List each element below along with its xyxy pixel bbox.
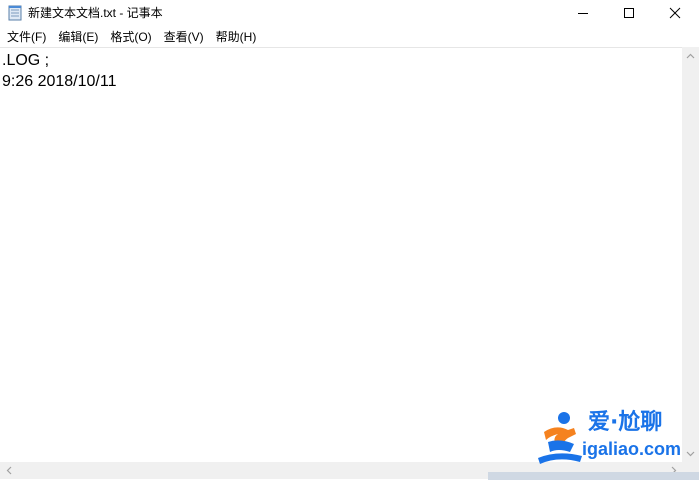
- menu-file[interactable]: 文件(F): [1, 27, 52, 47]
- window-title: 新建文本文档.txt - 记事本: [28, 6, 163, 20]
- scroll-left-button[interactable]: [0, 462, 17, 479]
- scroll-up-button[interactable]: [682, 47, 699, 64]
- minimize-button[interactable]: [560, 0, 606, 26]
- editor-line[interactable]: 9:26 2018/10/11: [2, 71, 116, 92]
- watermark-logo: 爱·尬聊 igaliao.com: [534, 408, 696, 468]
- notepad-window: 新建文本文档.txt - 记事本 文件(F) 编辑(E) 格式(O) 查看(V)…: [0, 0, 699, 480]
- editor-line[interactable]: .LOG ;: [2, 50, 49, 71]
- text-editor[interactable]: .LOG ; 9:26 2018/10/11: [0, 47, 682, 462]
- watermark-url: igaliao.com: [582, 439, 682, 459]
- menu-format[interactable]: 格式(O): [104, 27, 157, 47]
- maximize-button[interactable]: [606, 0, 652, 26]
- menu-edit[interactable]: 编辑(E): [52, 27, 104, 47]
- minimize-icon: [578, 13, 588, 14]
- watermark-title: 爱·尬聊: [588, 410, 663, 435]
- title-bar[interactable]: 新建文本文档.txt - 记事本: [0, 0, 699, 26]
- menu-bar: 文件(F) 编辑(E) 格式(O) 查看(V) 帮助(H): [0, 27, 699, 47]
- chevron-left-icon: [6, 466, 11, 475]
- close-button[interactable]: [652, 0, 698, 26]
- background-strip: [488, 472, 699, 480]
- maximize-icon: [624, 8, 634, 18]
- menu-help[interactable]: 帮助(H): [210, 27, 263, 47]
- runner-logo-icon: [538, 412, 582, 464]
- close-icon: [669, 7, 681, 19]
- chevron-up-icon: [686, 53, 695, 58]
- vertical-scrollbar[interactable]: [682, 47, 699, 462]
- notepad-icon[interactable]: [8, 5, 22, 21]
- menu-view[interactable]: 查看(V): [158, 27, 210, 47]
